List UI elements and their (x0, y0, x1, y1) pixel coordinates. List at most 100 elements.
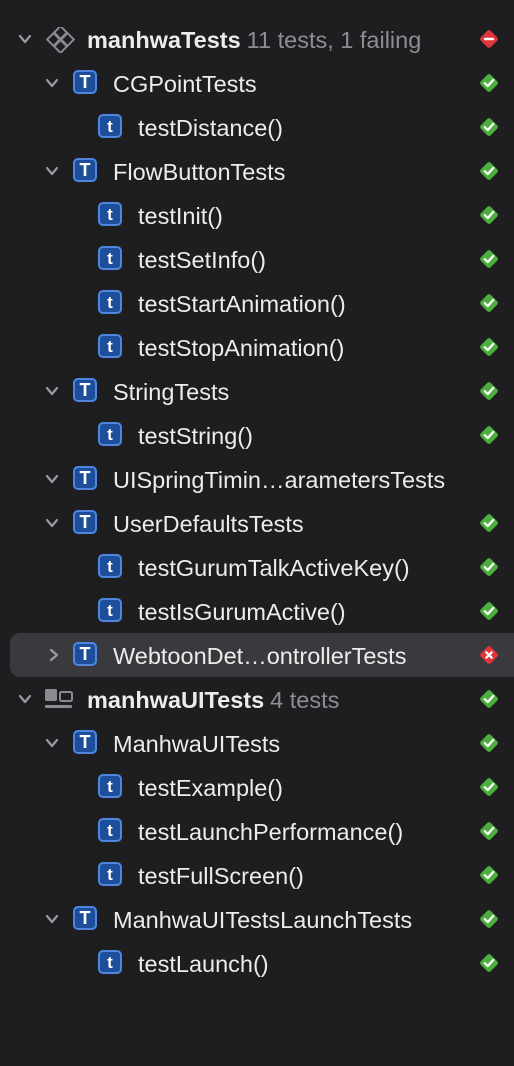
test-method-icon: t (98, 422, 122, 446)
x-diamond-icon (478, 28, 500, 50)
class-label: ManhwaUITests (113, 731, 281, 757)
test-method-icon: t (98, 334, 122, 358)
tree-row-method[interactable]: t testIsGurumActive() (0, 589, 514, 633)
class-label: FlowButtonTests (113, 159, 286, 185)
x-diamond-icon (478, 644, 500, 666)
method-label: testIsGurumActive() (138, 599, 346, 625)
checkmark-diamond-icon (478, 776, 500, 798)
method-label: testFullScreen() (138, 863, 304, 889)
tree-row-class-stringtests[interactable]: T StringTests (0, 369, 514, 413)
test-class-icon: T (73, 906, 97, 930)
test-method-icon: t (98, 554, 122, 578)
chevron-down-icon[interactable] (43, 910, 61, 928)
method-label: testExample() (138, 775, 283, 801)
checkmark-diamond-icon (478, 864, 500, 886)
tree-row-bundle-manhwaUITests[interactable]: manhwaUITests 4 tests (0, 677, 514, 721)
test-bundle-icon (46, 27, 76, 53)
tree-row-class-flowbuttontests[interactable]: T FlowButtonTests (0, 149, 514, 193)
test-class-icon: T (73, 730, 97, 754)
method-label: testInit() (138, 203, 223, 229)
chevron-down-icon[interactable] (43, 162, 61, 180)
class-label: WebtoonDet…ontrollerTests (113, 643, 407, 669)
checkmark-diamond-icon (478, 952, 500, 974)
tree-row-class-manhwauitests[interactable]: T ManhwaUITests (0, 721, 514, 765)
tree-row-method[interactable]: t testLaunchPerformance() (0, 809, 514, 853)
method-label: testLaunch() (138, 951, 269, 977)
chevron-down-icon[interactable] (43, 74, 61, 92)
checkmark-diamond-icon (478, 116, 500, 138)
ui-test-bundle-icon (44, 687, 74, 711)
test-method-icon: t (98, 598, 122, 622)
method-label: testGurumTalkActiveKey() (138, 555, 410, 581)
checkmark-diamond-icon (478, 424, 500, 446)
test-method-icon: t (98, 246, 122, 270)
method-label: testStartAnimation() (138, 291, 346, 317)
test-class-icon: T (73, 378, 97, 402)
test-class-icon: T (73, 642, 97, 666)
checkmark-diamond-icon (478, 336, 500, 358)
checkmark-diamond-icon (478, 688, 500, 710)
tree-row-class-cgpointtests[interactable]: T CGPointTests (0, 61, 514, 105)
checkmark-diamond-icon (478, 160, 500, 182)
test-method-icon: t (98, 774, 122, 798)
checkmark-diamond-icon (478, 72, 500, 94)
bundle-name: manhwaTests (87, 27, 241, 53)
bundle-test-count: 11 tests, 1 failing (246, 27, 422, 53)
tree-row-bundle-manhwaTests[interactable]: manhwaTests 11 tests, 1 failing (0, 17, 514, 61)
test-method-icon: t (98, 862, 122, 886)
chevron-down-icon[interactable] (43, 514, 61, 532)
tree-row-method[interactable]: t testSetInfo() (0, 237, 514, 281)
tree-row-method[interactable]: t testFullScreen() (0, 853, 514, 897)
chevron-down-icon[interactable] (16, 690, 34, 708)
chevron-right-icon[interactable] (45, 646, 63, 664)
test-class-icon: T (73, 70, 97, 94)
tree-row-method[interactable]: t testStopAnimation() (0, 325, 514, 369)
checkmark-diamond-icon (478, 204, 500, 226)
test-method-icon: t (98, 950, 122, 974)
bundle-label: manhwaUITests 4 tests (87, 688, 339, 712)
method-label: testStopAnimation() (138, 335, 345, 361)
tree-row-method[interactable]: t testLaunch() (0, 941, 514, 985)
checkmark-diamond-icon (478, 512, 500, 534)
test-method-icon: t (98, 114, 122, 138)
test-class-icon: T (73, 466, 97, 490)
chevron-down-icon[interactable] (43, 734, 61, 752)
test-method-icon: t (98, 290, 122, 314)
tree-row-method[interactable]: t testString() (0, 413, 514, 457)
test-method-icon: t (98, 202, 122, 226)
chevron-down-icon[interactable] (43, 382, 61, 400)
checkmark-diamond-icon (478, 732, 500, 754)
bundle-name: manhwaUITests (87, 687, 265, 713)
tree-row-method[interactable]: t testDistance() (0, 105, 514, 149)
class-label: UISpringTimin…arametersTests (113, 467, 446, 493)
tree-row-method[interactable]: t testExample() (0, 765, 514, 809)
method-label: testLaunchPerformance() (138, 819, 404, 845)
checkmark-diamond-icon (478, 908, 500, 930)
test-class-icon: T (73, 510, 97, 534)
tree-row-class-userdefaultstests[interactable]: T UserDefaultsTests (0, 501, 514, 545)
class-label: StringTests (113, 379, 230, 405)
tree-row-method[interactable]: t testInit() (0, 193, 514, 237)
checkmark-diamond-icon (478, 292, 500, 314)
method-label: testString() (138, 423, 253, 449)
bundle-test-count: 4 tests (270, 687, 340, 713)
test-method-icon: t (98, 818, 122, 842)
tree-row-class-manhwauitestslaunchtests[interactable]: T ManhwaUITestsLaunchTests (0, 897, 514, 941)
tree-row-method[interactable]: t testGurumTalkActiveKey() (0, 545, 514, 589)
chevron-down-icon[interactable] (16, 30, 34, 48)
method-label: testDistance() (138, 115, 283, 141)
tree-row-method[interactable]: t testStartAnimation() (0, 281, 514, 325)
checkmark-diamond-icon (478, 380, 500, 402)
class-label: CGPointTests (113, 71, 257, 97)
class-label: ManhwaUITestsLaunchTests (113, 907, 413, 933)
tree-row-class-uispringtimingparameterstests[interactable]: T UISpringTimin…arametersTests (0, 457, 514, 501)
test-class-icon: T (73, 158, 97, 182)
bundle-label: manhwaTests 11 tests, 1 failing (87, 28, 421, 52)
class-label: UserDefaultsTests (113, 511, 304, 537)
checkmark-diamond-icon (478, 556, 500, 578)
checkmark-diamond-icon (478, 248, 500, 270)
checkmark-diamond-icon (478, 600, 500, 622)
tree-row-class-webtoondetailviewcontrollertests[interactable]: T WebtoonDet…ontrollerTests (0, 633, 514, 677)
chevron-down-icon[interactable] (43, 470, 61, 488)
checkmark-diamond-icon (478, 820, 500, 842)
